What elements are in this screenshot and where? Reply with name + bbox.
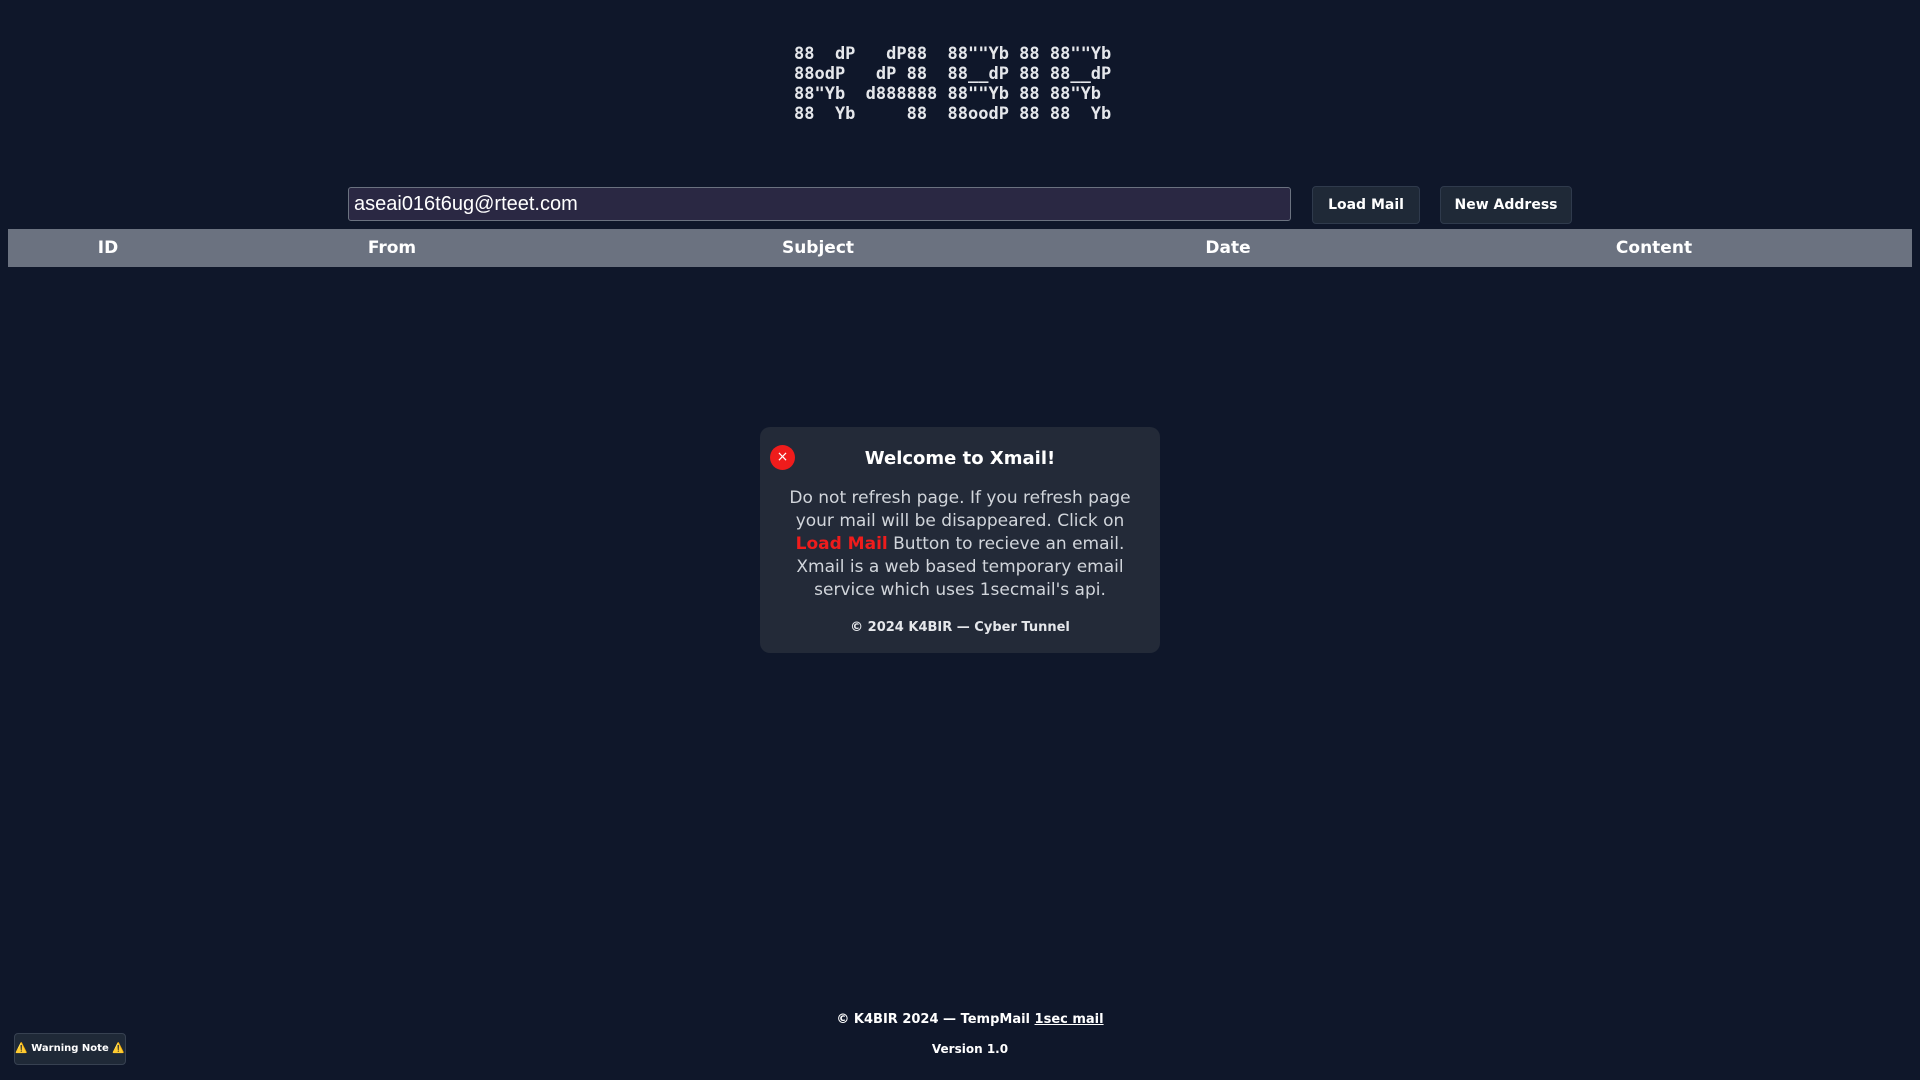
popup-message: Do not refresh page. If you refresh page… [774,487,1146,602]
ascii-logo: 88 dP dP88 88""Yb 88 88""Yb 88odP dP 88 … [794,44,1112,124]
warning-note-button[interactable]: ⚠️ Warning Note ⚠️ [14,1033,126,1065]
popup-copyright: © 2024 K4BIR — Cyber Tunnel [850,620,1070,635]
column-header-subject: Subject [576,229,1060,267]
email-address-input[interactable] [348,187,1291,221]
load-mail-button[interactable]: Load Mail [1312,186,1420,224]
column-header-content: Content [1396,229,1912,267]
mail-table: ID From Subject Date Content [8,229,1912,267]
footer-copyright-text: © K4BIR 2024 — TempMail [836,1012,1035,1027]
welcome-popup: × Welcome to Xmail! Do not refresh page.… [760,427,1160,653]
column-header-from: From [208,229,576,267]
popup-message-start: Do not refresh page. If you refresh page… [789,488,1131,531]
close-icon[interactable]: × [770,445,795,470]
popup-title: Welcome to Xmail! [864,448,1056,469]
page: 88 dP dP88 88""Yb 88 88""Yb 88odP dP 88 … [0,0,1920,1080]
footer-copyright: © K4BIR 2024 — TempMail 1sec mail [0,1010,1920,1030]
new-address-button[interactable]: New Address [1440,186,1572,224]
page-footer: © K4BIR 2024 — TempMail 1sec mail Versio… [0,1010,1920,1059]
column-header-id: ID [8,229,208,267]
table-header-row: ID From Subject Date Content [8,229,1912,267]
footer-1secmail-link[interactable]: 1sec mail [1035,1012,1104,1027]
footer-version: Version 1.0 [931,1042,1009,1056]
popup-load-mail-highlight: Load Mail [795,534,888,554]
column-header-date: Date [1060,229,1396,267]
